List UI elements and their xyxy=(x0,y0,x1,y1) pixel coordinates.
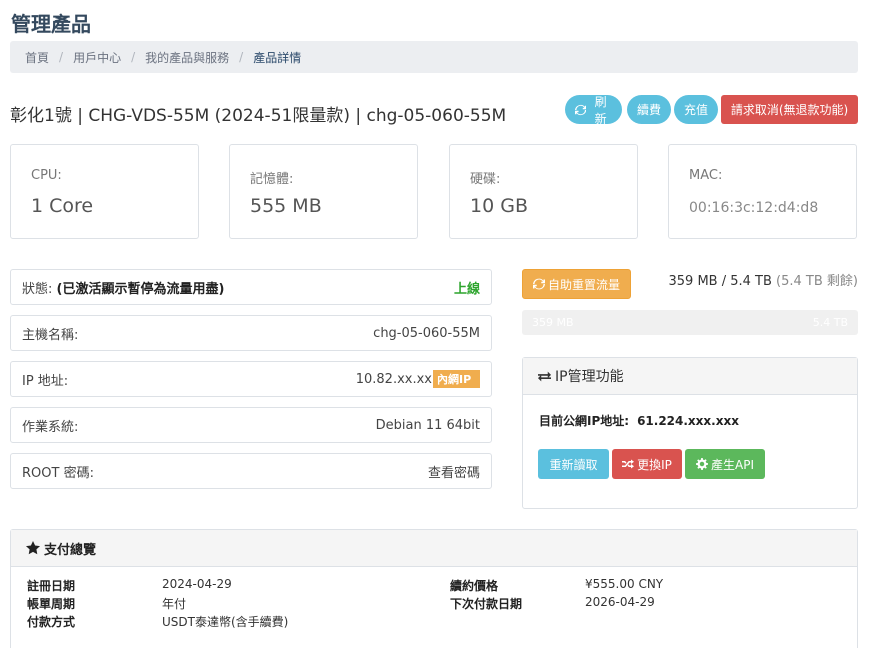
ip-value: 10.82.xx.xx xyxy=(355,371,432,387)
os-label: 作業系統: xyxy=(22,419,79,435)
payment-panel-title: 支付總覽 xyxy=(44,542,97,558)
traffic-progress-used: 359 MB xyxy=(532,316,574,329)
traffic-progress-total: 5.4 TB xyxy=(812,316,848,329)
refresh-label: 刷新 xyxy=(594,94,607,126)
stat-value: 1 Core xyxy=(31,195,94,217)
payment-panel-header: 支付總覽 xyxy=(11,530,857,567)
breadcrumb-separator: / xyxy=(239,50,244,64)
traffic-remaining: (5.4 TB 剩餘) xyxy=(776,274,858,289)
ip-panel-header: IP管理功能 xyxy=(523,358,857,395)
current-public-ip: 目前公網IP地址: 61.224.xxx.xxx xyxy=(539,412,739,429)
ip-panel-title: IP管理功能 xyxy=(555,369,624,385)
os-row: 作業系統: Debian 11 64bit xyxy=(10,407,492,443)
breadcrumb-separator: / xyxy=(131,50,136,64)
traffic-used-total: 359 MB / 5.4 TB xyxy=(668,274,772,289)
generate-api-button[interactable]: 產生API xyxy=(685,449,765,479)
registration-date-value: 2024-04-29 xyxy=(162,577,232,591)
breadcrumb-current: 產品詳情 xyxy=(253,50,302,65)
payment-method-label: 付款方式 xyxy=(27,615,76,629)
refresh-icon xyxy=(532,278,545,290)
next-due-date-value: 2026-04-29 xyxy=(585,595,655,609)
topup-button[interactable]: 充值 xyxy=(674,95,718,124)
billing-cycle-value: 年付 xyxy=(162,597,187,611)
breadcrumb-my-products[interactable]: 我的產品與服務 xyxy=(145,49,229,66)
ip-value-group: 10.82.xx.xx 內網IP xyxy=(356,370,480,388)
breadcrumb-user-center[interactable]: 用戶中心 xyxy=(73,49,121,66)
star-icon xyxy=(26,541,40,555)
payment-method-value: USDT泰達幣(含手續費) xyxy=(162,615,289,629)
product-title: 彰化1號 | CHG-VDS-55M (2024-51限量款) | chg-05… xyxy=(10,106,507,126)
status-label: 狀態: xyxy=(22,281,53,297)
gear-icon xyxy=(696,458,708,470)
stat-label: 硬碟: xyxy=(470,172,501,187)
refresh-button[interactable]: 刷新 xyxy=(565,94,622,126)
stat-card-disk: 硬碟: 10 GB xyxy=(449,144,638,239)
cancel-request-button[interactable]: 請求取消(無退款功能) xyxy=(721,95,858,124)
traffic-summary: 359 MB / 5.4 TB (5.4 TB 剩餘) xyxy=(669,270,858,289)
stat-label: CPU: xyxy=(31,168,62,183)
traffic-progress-bar: 359 MB 5.4 TB xyxy=(522,310,858,335)
registration-date-label: 註冊日期 xyxy=(27,579,76,593)
change-ip-button[interactable]: 更換IP xyxy=(612,449,682,479)
ip-management-panel: IP管理功能 目前公網IP地址: 61.224.xxx.xxx 重新讀取 更換IP… xyxy=(522,357,858,509)
os-value: Debian 11 64bit xyxy=(375,417,480,433)
reset-traffic-label: 自助重置流量 xyxy=(547,277,620,292)
root-password-row: ROOT 密碼: 查看密碼 xyxy=(10,453,492,489)
view-password-link[interactable]: 查看密碼 xyxy=(428,462,480,481)
billing-cycle-label: 帳單周期 xyxy=(27,597,76,611)
stat-card-cpu: CPU: 1 Core xyxy=(10,144,199,239)
reload-ip-button[interactable]: 重新讀取 xyxy=(538,449,609,479)
renewal-price-label: 續約價格 xyxy=(450,579,499,593)
breadcrumb-separator: / xyxy=(59,50,64,64)
stat-card-memory: 記憶體: 555 MB xyxy=(229,144,418,239)
status-key: 狀態: (已激活顯示暫停為流量用盡) xyxy=(22,278,224,297)
shuffle-icon xyxy=(622,459,635,469)
breadcrumb-home[interactable]: 首頁 xyxy=(25,49,49,66)
generate-api-label: 產生API xyxy=(711,457,754,472)
stat-card-mac: MAC: 00:16:3c:12:d4:d8 xyxy=(668,144,857,239)
page-title: 管理產品 xyxy=(11,12,91,36)
current-ip-value: 61.224.xxx.xxx xyxy=(637,414,739,428)
ip-label: IP 地址: xyxy=(22,373,69,389)
reset-traffic-button[interactable]: 自助重置流量 xyxy=(522,269,631,299)
status-value: 上線 xyxy=(453,281,480,297)
hostname-label: 主機名稱: xyxy=(22,327,79,343)
current-ip-label: 目前公網IP地址: xyxy=(539,414,630,428)
next-due-date-label: 下次付款日期 xyxy=(450,597,523,611)
hostname-value: chg-05-060-55M xyxy=(373,325,480,341)
stat-label: 記憶體: xyxy=(250,172,294,187)
renew-button[interactable]: 續費 xyxy=(627,95,671,124)
intranet-badge: 內網IP xyxy=(433,370,480,388)
refresh-icon xyxy=(575,104,587,115)
stat-value: 10 GB xyxy=(470,195,528,217)
status-row: 狀態: (已激活顯示暫停為流量用盡) 上線 xyxy=(10,269,492,305)
stat-value: 555 MB xyxy=(250,195,322,217)
status-note: (已激活顯示暫停為流量用盡) xyxy=(56,281,225,297)
change-ip-label: 更換IP xyxy=(637,457,672,472)
payment-overview-panel: 支付總覽 註冊日期 2024-04-29 帳單周期 年付 付款方式 USDT泰達… xyxy=(10,529,858,648)
hostname-row: 主機名稱: chg-05-060-55M xyxy=(10,315,492,351)
renewal-price-value: ¥555.00 CNY xyxy=(585,577,664,591)
root-password-label: ROOT 密碼: xyxy=(22,465,94,481)
ip-row: IP 地址: 10.82.xx.xx 內網IP xyxy=(10,361,492,397)
stat-label: MAC: xyxy=(689,168,723,183)
exchange-icon xyxy=(538,371,551,381)
breadcrumb: 首頁 / 用戶中心 / 我的產品與服務 / 產品詳情 xyxy=(10,41,858,73)
stat-value: 00:16:3c:12:d4:d8 xyxy=(689,200,819,216)
